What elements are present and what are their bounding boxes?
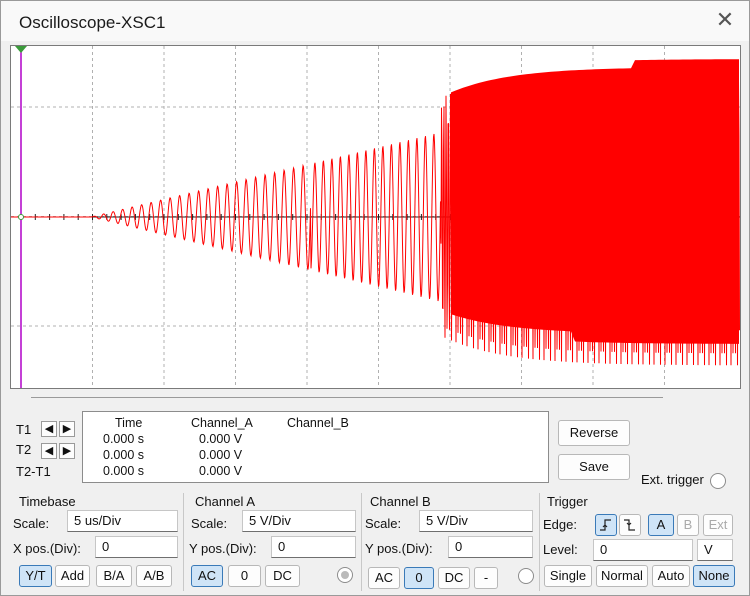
t1-label: T1 — [16, 422, 32, 437]
header-channel-a: Channel_A — [191, 416, 253, 430]
channel-b-dc-button[interactable]: DC — [438, 567, 470, 589]
group-separator — [539, 493, 540, 591]
channel-b-ypos-label: Y pos.(Div): — [365, 541, 433, 556]
channel-a-terminal[interactable] — [337, 567, 353, 583]
channel-a-zero-button[interactable]: 0 — [228, 565, 261, 587]
t2t1-channel-a: 0.000 V — [199, 464, 243, 478]
channel-b-invert-button[interactable]: - — [474, 567, 498, 589]
t2-channel-a: 0.000 V — [199, 448, 243, 462]
mode-ab-button[interactable]: A/B — [136, 565, 172, 587]
cursor-t1-handle-icon — [15, 46, 27, 53]
t2-time: 0.000 s — [103, 448, 145, 462]
trigger-source-ext-button[interactable]: Ext — [703, 514, 733, 536]
t1-right-arrow-icon[interactable]: ▶ — [59, 421, 75, 437]
group-separator — [361, 493, 362, 591]
t2-right-arrow-icon[interactable]: ▶ — [59, 443, 75, 459]
rising-edge-icon[interactable] — [595, 514, 617, 536]
timebase-xpos-label: X pos.(Div): — [13, 541, 81, 556]
scope-display — [11, 46, 740, 388]
channel-b-scale-field[interactable]: 5 V/Div — [419, 510, 533, 532]
group-separator — [183, 493, 184, 591]
channel-b-zero-button[interactable]: 0 — [404, 567, 434, 589]
header-channel-b: Channel_B — [287, 416, 349, 430]
trigger-edge-label: Edge: — [543, 517, 577, 532]
timebase-title: Timebase — [19, 494, 76, 509]
t1-channel-a: 0.000 V — [199, 432, 243, 446]
trigger-title: Trigger — [547, 494, 588, 509]
channel-a-ac-button[interactable]: AC — [191, 565, 223, 587]
mode-yt-button[interactable]: Y/T — [19, 565, 52, 587]
channel-b-title: Channel B — [370, 494, 431, 509]
mode-ba-button[interactable]: B/A — [96, 565, 132, 587]
channel-b-ypos-field[interactable]: 0 — [448, 536, 533, 558]
trigger-auto-button[interactable]: Auto — [652, 565, 690, 587]
t2-label: T2 — [16, 442, 32, 457]
trigger-level-unit[interactable]: V — [697, 539, 733, 561]
t2-left-arrow-icon[interactable]: ◀ — [41, 443, 57, 459]
timebase-xpos-field[interactable]: 0 — [95, 536, 178, 558]
channel-a-title: Channel A — [195, 494, 255, 509]
t1-time: 0.000 s — [103, 432, 145, 446]
trigger-level-field[interactable]: 0 — [593, 539, 693, 561]
close-icon[interactable]: ✕ — [713, 9, 737, 33]
t2-t1-label: T2-T1 — [16, 464, 51, 479]
channel-a-scale-label: Scale: — [191, 516, 228, 531]
channel-b-terminal[interactable] — [518, 568, 534, 584]
falling-edge-icon[interactable] — [619, 514, 641, 536]
trigger-single-button[interactable]: Single — [544, 565, 592, 587]
trigger-none-button[interactable]: None — [693, 565, 735, 587]
oscilloscope-window: Oscilloscope-XSC1 ✕ T1 ◀ ▶ T2 ◀ ▶ T2-T1 … — [0, 0, 750, 596]
channel-b-scale-label: Scale: — [365, 516, 402, 531]
trigger-source-a-button[interactable]: A — [648, 514, 674, 536]
cursor-readout-table: Time Channel_A Channel_B 0.000 s 0.000 V… — [82, 411, 549, 483]
rising-edge-glyph — [600, 519, 611, 531]
channel-a-marker-icon — [18, 214, 24, 220]
save-button[interactable]: Save — [558, 454, 630, 480]
mode-add-button[interactable]: Add — [55, 565, 90, 587]
ext-trigger-label: Ext. trigger — [641, 472, 704, 487]
scope-screen[interactable] — [10, 45, 741, 389]
timebase-scale-field[interactable]: 5 us/Div — [67, 510, 178, 532]
reverse-button[interactable]: Reverse — [558, 420, 630, 446]
channel-a-ypos-label: Y pos.(Div): — [189, 541, 257, 556]
ext-trigger-terminal[interactable] — [710, 473, 726, 489]
timebase-scale-label: Scale: — [13, 516, 50, 531]
cursor-panel: T1 ◀ ▶ T2 ◀ ▶ T2-T1 Time Channel_A Chann… — [10, 410, 550, 483]
trigger-source-b-button[interactable]: B — [677, 514, 699, 536]
scope-scrollbar[interactable] — [31, 397, 663, 398]
trigger-level-label: Level: — [543, 542, 578, 557]
falling-edge-glyph — [624, 519, 635, 531]
title-bar[interactable]: Oscilloscope-XSC1 ✕ — [1, 1, 749, 41]
t1-left-arrow-icon[interactable]: ◀ — [41, 421, 57, 437]
window-title: Oscilloscope-XSC1 — [19, 13, 166, 32]
t2t1-time: 0.000 s — [103, 464, 145, 478]
channel-a-scale-field[interactable]: 5 V/Div — [242, 510, 356, 532]
channel-b-ac-button[interactable]: AC — [368, 567, 400, 589]
waveform-envelope — [451, 59, 739, 344]
channel-a-ypos-field[interactable]: 0 — [271, 536, 356, 558]
header-time: Time — [115, 416, 143, 430]
channel-a-dc-button[interactable]: DC — [265, 565, 300, 587]
trigger-normal-button[interactable]: Normal — [596, 565, 648, 587]
